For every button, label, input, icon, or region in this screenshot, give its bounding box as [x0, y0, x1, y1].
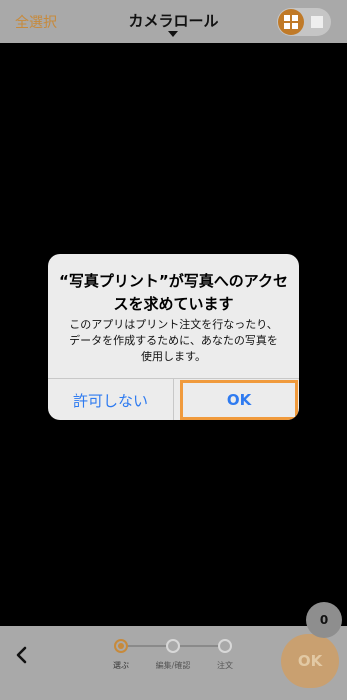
photo-permission-dialog: “写真プリント”が写真へのアクセスを求めています このアプリはプリント注文を行な…: [48, 254, 299, 420]
step-label-edit: 編集/確認: [155, 661, 191, 670]
step-dot-edit: [166, 639, 180, 653]
step-dot-select: [114, 639, 128, 653]
bottom-bar: 選ぶ 編集/確認 注文 OK: [0, 626, 347, 700]
dialog-button-row: 許可しない OK: [48, 378, 299, 420]
top-bar: 全選択 カメラロール: [0, 0, 347, 43]
deny-button[interactable]: 許可しない: [48, 379, 173, 420]
chevron-left-icon[interactable]: [10, 643, 34, 667]
caret-down-icon[interactable]: [168, 31, 178, 37]
step-label-select: 選ぶ: [113, 661, 129, 670]
allow-ok-button[interactable]: OK: [180, 380, 298, 420]
selection-count-badge: 0: [306, 602, 342, 638]
dialog-title: “写真プリント”が写真へのアクセスを求めています: [59, 272, 288, 313]
view-toggle[interactable]: [277, 8, 331, 36]
button-divider: [173, 379, 174, 420]
proceed-ok-button[interactable]: OK: [281, 634, 339, 688]
dialog-message: このアプリはプリント注文を行なったり、データを作成するために、あなたの写真を使用…: [69, 318, 278, 363]
step-dot-order: [218, 639, 232, 653]
step-label-order: 注文: [217, 661, 233, 670]
grid-icon[interactable]: [278, 9, 304, 35]
square-icon[interactable]: [307, 12, 327, 32]
